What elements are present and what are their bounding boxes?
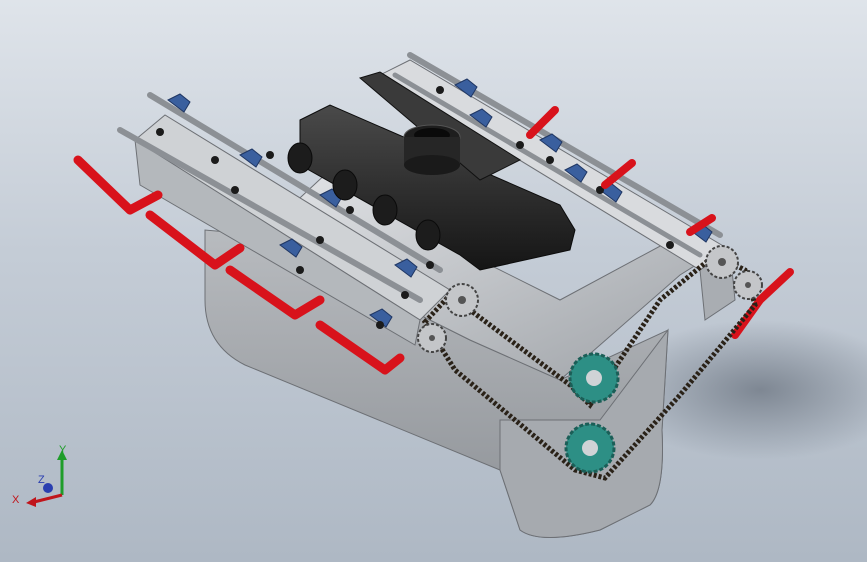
z-axis-label: Z xyxy=(38,474,45,486)
engine-model-view[interactable] xyxy=(0,0,867,562)
x-axis-icon xyxy=(33,493,63,504)
crank-sprocket-lower[interactable] xyxy=(564,422,616,474)
x-axis-label: X xyxy=(12,494,20,506)
cam-sprocket-left[interactable] xyxy=(445,283,479,317)
orientation-triad: Y Z X xyxy=(12,444,67,507)
cam-sprocket-right[interactable] xyxy=(705,245,739,279)
idler-sprocket-right[interactable] xyxy=(733,270,763,300)
graphics-viewport[interactable]: Y Z X xyxy=(0,0,867,562)
y-axis-label: Y xyxy=(59,444,67,456)
crank-sprocket-upper[interactable] xyxy=(568,352,620,404)
idler-sprocket-left[interactable] xyxy=(417,323,447,353)
